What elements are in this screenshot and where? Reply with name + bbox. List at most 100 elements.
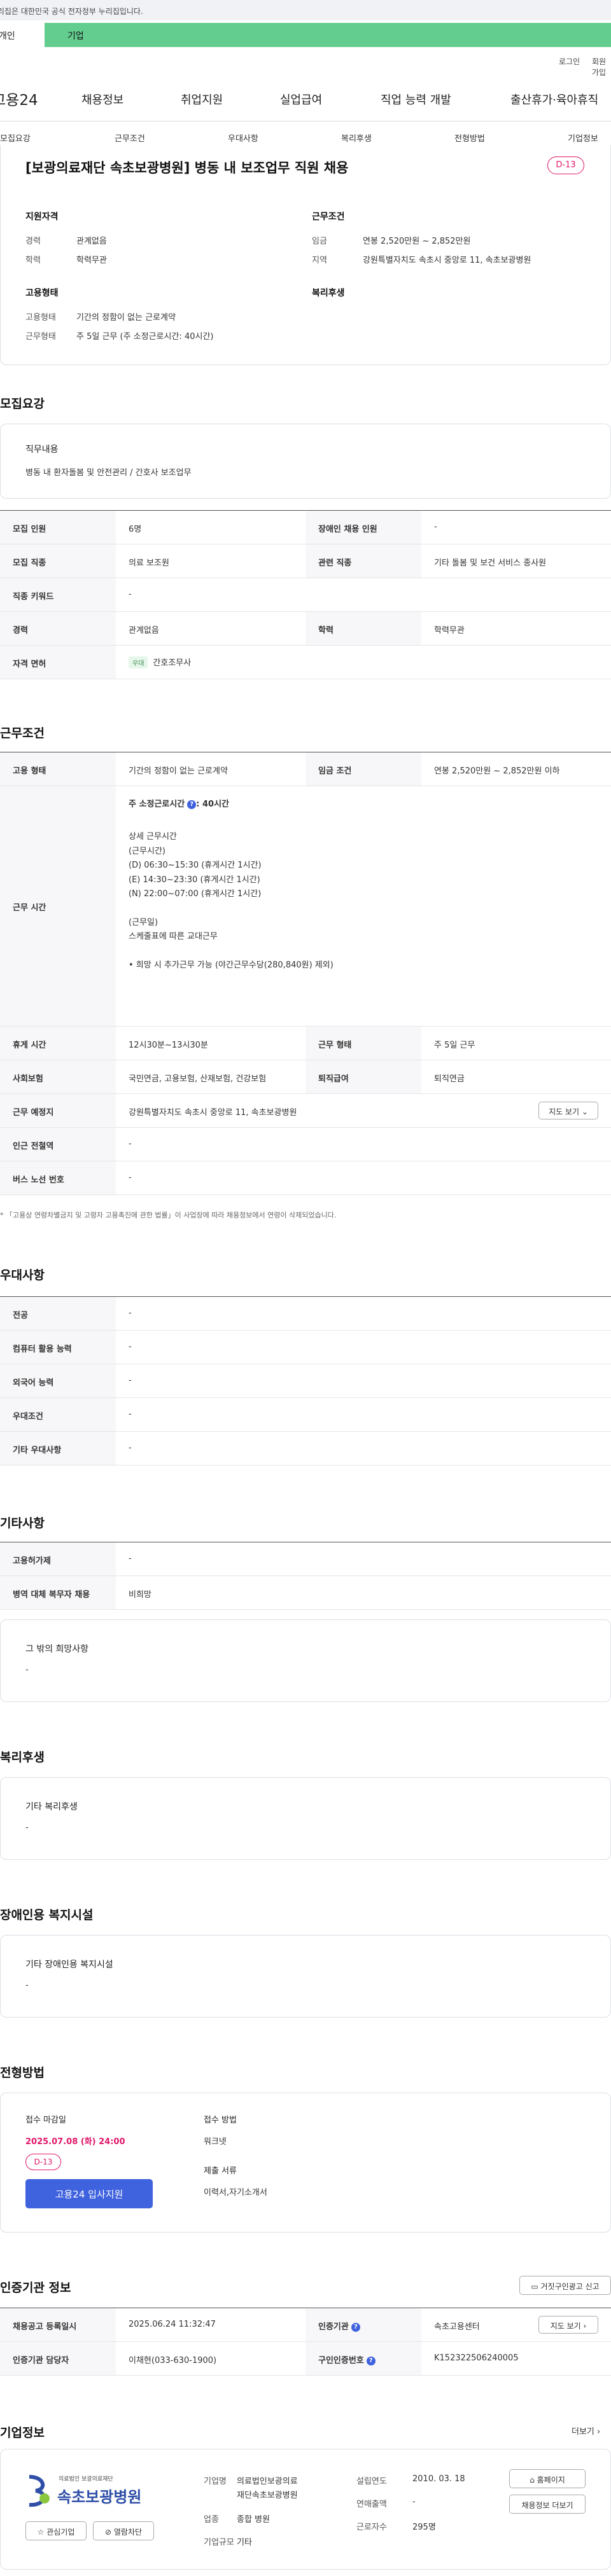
dday-badge: D-13 bbox=[547, 156, 584, 174]
welfare-heading: 복리후생 bbox=[312, 288, 345, 298]
chevron-down-icon: ⌄ bbox=[581, 1107, 588, 1116]
menu-jobs[interactable]: 채용정보 bbox=[81, 91, 123, 107]
home-icon: ⌂ bbox=[530, 2476, 535, 2484]
row-value: 학력무관 bbox=[434, 626, 465, 635]
welfare-card bbox=[0, 1777, 611, 1860]
row-label: 직종 키워드 bbox=[0, 578, 116, 611]
subnav-recruit[interactable]: 모집요강 bbox=[0, 132, 31, 144]
recruit-table: 모집 인원 6명 장애인 채용 인원 - 모집 직종 의료 보조원 관련 직종 … bbox=[0, 510, 611, 679]
row-label: 휴게 시간 bbox=[0, 1027, 116, 1060]
row-value: - bbox=[129, 1342, 132, 1352]
login-link[interactable]: 로그인 bbox=[559, 56, 580, 67]
apply-button[interactable]: 고용24 입사지원 bbox=[25, 2179, 153, 2208]
etc-heading: 기타사항 bbox=[0, 1516, 45, 1530]
signup-link[interactable]: 회원가입 bbox=[592, 56, 611, 78]
report-icon: ▭ bbox=[531, 2282, 538, 2291]
row-value: 연봉 2,520만원 ~ 2,852만원 이하 bbox=[434, 766, 560, 776]
page: 이 누리집은 대한민국 공식 전자정부 누리집입니다. 개인 기업 로그인 회원… bbox=[0, 0, 611, 2576]
info-icon[interactable]: ? bbox=[351, 2322, 360, 2332]
menu-leave[interactable]: 출산휴가·육아휴직 bbox=[510, 91, 598, 107]
license-value: 우대 간호조무사 bbox=[129, 656, 191, 668]
row-value: K152322506240005 bbox=[434, 2353, 519, 2363]
row-label: 버스 노선 번호 bbox=[0, 1161, 116, 1195]
row-value: 의료 보조원 bbox=[129, 558, 169, 568]
hospital-logo-icon bbox=[25, 2473, 53, 2509]
qualification-heading: 지원자격 bbox=[25, 212, 59, 222]
row-value: - bbox=[129, 1308, 132, 1318]
docs-heading: 제출 서류 bbox=[204, 2166, 237, 2176]
row-label: 기타 우대사항 bbox=[0, 1432, 116, 1465]
subnav-conditions[interactable]: 근무조건 bbox=[115, 132, 145, 144]
region-label: 지역 bbox=[312, 256, 327, 265]
industry-value: 종합 병원 bbox=[237, 2515, 270, 2524]
row-value: - bbox=[129, 1554, 132, 1563]
map-button[interactable]: 지도 보기 ⌄ bbox=[538, 1102, 598, 1119]
docs-value: 이력서,자기소개서 bbox=[204, 2188, 267, 2198]
job-title: [보광의료재단 속초보광병원] 병동 내 보조업무 직원 채용 bbox=[25, 160, 349, 176]
org-label: 인증기관 bbox=[318, 2322, 349, 2332]
row-value: 관계없음 bbox=[129, 626, 159, 635]
menu-unemployment[interactable]: 실업급여 bbox=[280, 91, 322, 107]
row-label: 관련 직종 bbox=[306, 544, 421, 578]
block-company-button[interactable]: ⊘ 열람차단 bbox=[93, 2521, 154, 2540]
menu-training[interactable]: 직업 능력 개발 bbox=[381, 91, 451, 107]
cert-map-button[interactable]: 지도 보기 › bbox=[538, 2316, 598, 2334]
hours-line: (근무시간) bbox=[129, 846, 165, 856]
employees-label: 근로자수 bbox=[356, 2523, 387, 2532]
company-more-link[interactable]: 더보기 › bbox=[572, 2425, 600, 2437]
site-logo[interactable]: 고용24 bbox=[0, 88, 38, 109]
favorite-company-button[interactable]: ☆ 관심기업 bbox=[25, 2521, 87, 2540]
tab-personal-label: 개인 bbox=[0, 31, 15, 41]
more-jobs-button[interactable]: 채용정보 더보기 bbox=[509, 2495, 586, 2514]
subnav-selection[interactable]: 전형방법 bbox=[454, 132, 485, 144]
row-value: 국민연금, 고용보험, 산재보험, 건강보험 bbox=[129, 1074, 267, 1084]
sales-label: 연매출액 bbox=[356, 2500, 387, 2509]
row-label: 우대조건 bbox=[0, 1398, 116, 1431]
row-label: 장애인 채용 인원 bbox=[306, 511, 421, 544]
row-value: - bbox=[129, 1409, 132, 1419]
menu-employment-support[interactable]: 취업지원 bbox=[181, 91, 223, 107]
hours-summary-label: 주 소정근로시간 bbox=[129, 800, 185, 809]
subnav-welfare[interactable]: 복리후생 bbox=[341, 132, 372, 144]
employment-type-value: 기간의 정함이 없는 근로계약 bbox=[76, 313, 176, 322]
work-table: 고용 형태 기간의 정함이 없는 근로계약 임금 조건 연봉 2,520만원 ~… bbox=[0, 752, 611, 1195]
logo-big-text: 속초보광병원 bbox=[57, 2488, 142, 2506]
tab-personal[interactable]: 개인 bbox=[0, 23, 45, 47]
employment-type-label: 고용형태 bbox=[25, 313, 56, 322]
row-value: 기간의 정함이 없는 근로계약 bbox=[129, 766, 228, 776]
duty-value: 병동 내 환자돌봄 및 안전관리 / 간호사 보조업무 bbox=[25, 468, 192, 478]
map-button-label: 지도 보기 bbox=[549, 1107, 580, 1116]
career-label: 경력 bbox=[25, 237, 41, 246]
industry-label: 업종 bbox=[204, 2515, 219, 2524]
row-label: 인증기관 담당자 bbox=[0, 2342, 116, 2375]
hours-summary: 주 소정근로시간?: 40시간 bbox=[129, 797, 229, 809]
row-value: - bbox=[434, 522, 437, 532]
hours-line bbox=[129, 902, 334, 916]
chevron-right-icon: › bbox=[583, 2322, 587, 2330]
row-value: 주 5일 근무 bbox=[434, 1041, 475, 1050]
row-label: 근무 시간 bbox=[0, 786, 116, 1026]
hours-line: (근무일) bbox=[129, 917, 158, 927]
row-value: 2025.06.24 11:32:47 bbox=[129, 2320, 216, 2329]
row-label: 모집 직종 bbox=[0, 544, 116, 578]
hours-line: (N) 22:00~07:00 (휴게시간 1시간) bbox=[129, 889, 262, 899]
disability-heading: 장애인용 복지시설 bbox=[0, 1908, 94, 1922]
gov-banner-text: 이 누리집은 대한민국 공식 전자정부 누리집입니다. bbox=[0, 7, 143, 16]
work-shape-label: 근무형태 bbox=[25, 332, 56, 342]
subnav-company[interactable]: 기업정보 bbox=[568, 132, 598, 144]
tab-company[interactable]: 기업 bbox=[67, 29, 84, 42]
row-label: 고용 형태 bbox=[0, 752, 116, 786]
wage-value: 연봉 2,520만원 ~ 2,852만원 bbox=[363, 237, 471, 246]
row-label: 인증기관? bbox=[306, 2308, 421, 2341]
employment-heading: 고용형태 bbox=[25, 288, 59, 298]
employees-value: 295명 bbox=[412, 2523, 436, 2532]
row-value: - bbox=[129, 1139, 132, 1149]
row-value: - bbox=[129, 1376, 132, 1385]
subnav-preference[interactable]: 우대사항 bbox=[228, 132, 258, 144]
homepage-button[interactable]: ⌂ 홈페이지 bbox=[509, 2469, 586, 2488]
row-label: 모집 인원 bbox=[0, 511, 116, 544]
info-icon[interactable]: ? bbox=[187, 800, 197, 809]
row-value: 기타 돌봄 및 보건 서비스 종사원 bbox=[434, 558, 547, 568]
report-button[interactable]: ▭ 거짓구인광고 신고 bbox=[519, 2276, 611, 2295]
info-icon[interactable]: ? bbox=[366, 2356, 376, 2365]
